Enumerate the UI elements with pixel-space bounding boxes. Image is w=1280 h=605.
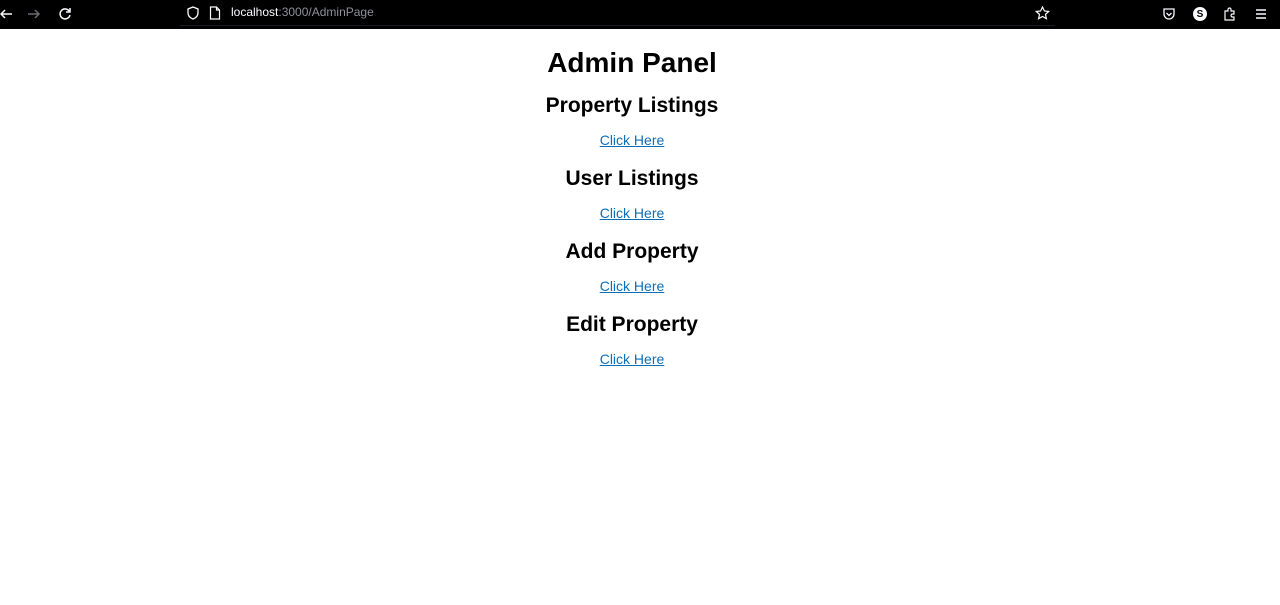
- reload-icon: [59, 8, 71, 20]
- arrow-right-icon: [28, 9, 41, 19]
- arrow-left-icon: [0, 9, 12, 19]
- forward-button[interactable]: [24, 4, 44, 24]
- shield-icon[interactable]: [184, 4, 202, 22]
- admin-page: Admin Panel Property Listings Click Here…: [0, 29, 1264, 369]
- property-listings-link[interactable]: Click Here: [600, 132, 665, 148]
- puzzle-icon: [1224, 7, 1235, 21]
- account-avatar: S: [1193, 7, 1207, 21]
- page-icon[interactable]: [206, 4, 224, 22]
- url-text[interactable]: localhost:3000/AdminPage: [231, 5, 374, 19]
- section-heading: Edit Property: [566, 313, 698, 336]
- pocket-icon: [1163, 8, 1175, 20]
- hamburger-menu-icon: [1256, 9, 1266, 19]
- section-add-property: Add Property Click Here: [0, 240, 1264, 296]
- section-heading: Property Listings: [545, 94, 719, 117]
- add-property-link[interactable]: Click Here: [600, 278, 665, 294]
- browser-toolbar: localhost:3000/AdminPage S: [0, 0, 1280, 29]
- pocket-button[interactable]: [1159, 4, 1179, 24]
- address-bar[interactable]: localhost:3000/AdminPage: [180, 0, 1055, 26]
- extensions-button[interactable]: [1220, 4, 1240, 24]
- menu-button[interactable]: [1251, 4, 1271, 24]
- bookmark-star-icon[interactable]: [1033, 4, 1051, 22]
- section-heading: User Listings: [565, 167, 699, 190]
- reload-button[interactable]: [55, 4, 75, 24]
- back-button[interactable]: [0, 4, 16, 24]
- user-listings-link[interactable]: Click Here: [600, 205, 665, 221]
- section-property-listings: Property Listings Click Here: [0, 94, 1264, 150]
- account-button[interactable]: S: [1190, 4, 1210, 24]
- edit-property-link[interactable]: Click Here: [600, 351, 665, 367]
- url-host: localhost: [231, 5, 279, 19]
- section-heading: Add Property: [565, 240, 699, 263]
- section-edit-property: Edit Property Click Here: [0, 313, 1264, 369]
- section-user-listings: User Listings Click Here: [0, 167, 1264, 223]
- url-path: :3000/AdminPage: [278, 5, 374, 19]
- page-title: Admin Panel: [547, 47, 717, 78]
